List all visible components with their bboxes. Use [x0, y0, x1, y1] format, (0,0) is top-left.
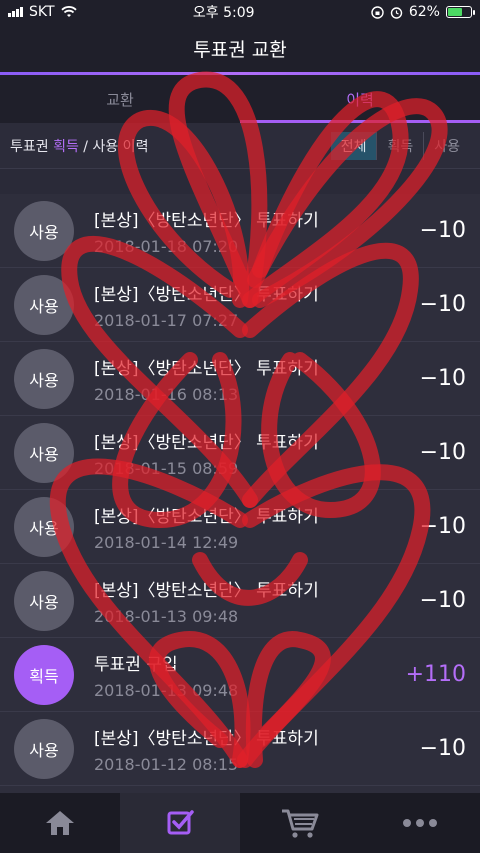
list-item-date: 2018-01-15 08:59: [94, 458, 239, 478]
use-badge: 사용: [14, 200, 74, 261]
list-item[interactable]: 사용 [본상]〈방탄소년단〉 투표하기 2018-01-16 08:13 −10: [0, 342, 480, 416]
status-left: SKT: [8, 4, 77, 20]
gain-badge: 획득: [14, 644, 74, 705]
battery-level: [447, 8, 462, 16]
orientation-lock-icon: [371, 5, 384, 19]
list-item-amount: −10: [419, 514, 466, 539]
filter-title-prefix: 투표권: [10, 138, 54, 155]
history-list[interactable]: 사용 [본상]〈방탄소년단〉 투표하기 2018-01-18 07:20 −10 사용 […: [0, 194, 480, 794]
nav-more[interactable]: [360, 793, 480, 853]
filter-all-button[interactable]: 전체: [330, 131, 377, 160]
bottom-nav: [0, 793, 480, 853]
filter-title: 투표권 획득 / 사용 이력: [10, 136, 148, 156]
list-item-title: [본상]〈방탄소년단〉 투표하기: [94, 210, 319, 231]
filter-title-suffix: / 사용 이력: [78, 138, 149, 155]
list-item-title: [본상]〈방탄소년단〉 투표하기: [94, 728, 319, 749]
list-item-body: [본상]〈방탄소년단〉 투표하기 2018-01-18 07:20: [94, 206, 396, 256]
list-item-title: [본상]〈방탄소년단〉 투표하기: [94, 358, 319, 379]
use-badge: 사용: [14, 570, 74, 631]
list-item-title: [본상]〈방탄소년단〉 투표하기: [94, 284, 319, 305]
filter-use-button[interactable]: 사용: [423, 131, 470, 160]
use-badge: 사용: [14, 348, 74, 409]
list-item-title: [본상]〈방탄소년단〉 투표하기: [94, 432, 319, 453]
tab-history[interactable]: 이력: [240, 75, 480, 123]
list-item-date: 2018-01-13 09:48: [94, 680, 239, 700]
home-icon: [46, 811, 74, 835]
list-item-date: 2018-01-14 12:49: [94, 532, 239, 552]
filter-title-accent: 획득: [53, 138, 79, 155]
page-header: 투표권 교환: [0, 24, 480, 72]
alarm-icon: [390, 6, 403, 19]
battery-icon: [445, 6, 475, 18]
filter-gain-button[interactable]: 획득: [376, 131, 423, 160]
list-item[interactable]: 사용 [본상]〈방탄소년단〉 투표하기 2018-01-15 08:59 −10: [0, 416, 480, 490]
list-item-date: 2018-01-17 07:27: [94, 310, 239, 330]
use-badge: 사용: [14, 274, 74, 335]
list-item[interactable]: 사용 [본상]〈방탄소년단〉 투표하기 2018-01-17 07:27 −10: [0, 268, 480, 342]
status-right: 62%: [371, 4, 475, 20]
list-item-title: [본상]〈방탄소년단〉 투표하기: [94, 580, 319, 601]
list-item-body: [본상]〈방탄소년단〉 투표하기 2018-01-13 09:48: [94, 576, 396, 626]
filter-row: 투표권 획득 / 사용 이력 전체 획득 사용: [0, 123, 480, 169]
list-item-amount: +110: [405, 662, 466, 687]
signal-icon: [8, 7, 23, 17]
list-item[interactable]: 사용 [본상]〈방탄소년단〉 투표하기 2018-01-12 08:15 −10: [0, 712, 480, 786]
nav-shop[interactable]: [240, 793, 360, 853]
tab-exchange[interactable]: 교환: [0, 75, 240, 123]
list-item[interactable]: 사용 [본상]〈방탄소년단〉 투표하기 2018-01-18 07:20 −10: [0, 194, 480, 268]
list-item-body: [본상]〈방탄소년단〉 투표하기 2018-01-12 08:15: [94, 724, 396, 774]
wifi-icon: [60, 6, 77, 17]
nav-vote[interactable]: [120, 793, 240, 853]
list-item-amount: −10: [419, 440, 466, 465]
status-bar: SKT 오후 5:09 62%: [0, 0, 480, 24]
list-item-amount: −10: [419, 736, 466, 761]
tab-bar: 교환 이력: [0, 75, 480, 123]
list-item[interactable]: 사용 [본상]〈방탄소년단〉 투표하기 2018-01-13 09:48 −10: [0, 564, 480, 638]
list-item-body: [본상]〈방탄소년단〉 투표하기 2018-01-17 07:27: [94, 280, 396, 330]
battery-percent: 62%: [408, 4, 440, 20]
list-item-date: 2018-01-13 09:48: [94, 606, 239, 626]
list-item[interactable]: 사용 [본상]〈방탄소년단〉 투표하기 2018-01-14 12:49 −10: [0, 490, 480, 564]
list-item-amount: −10: [419, 292, 466, 317]
carrier-label: SKT: [29, 4, 55, 20]
status-time: 오후 5:09: [192, 5, 255, 21]
list-item-amount: −10: [419, 588, 466, 613]
list-item-date: 2018-01-12 08:15: [94, 754, 239, 774]
list-item-body: [본상]〈방탄소년단〉 투표하기 2018-01-15 08:59: [94, 428, 396, 478]
list-item-amount: −10: [419, 218, 466, 243]
use-badge: 사용: [14, 718, 74, 779]
nav-home[interactable]: [0, 793, 120, 853]
vote-check-icon: [167, 810, 194, 835]
list-item[interactable]: 획득 투표권 구입 2018-01-13 09:48 +110: [0, 638, 480, 712]
page-title: 투표권 교환: [193, 38, 287, 61]
list-item-date: 2018-01-16 08:13: [94, 384, 239, 404]
filter-buttons: 전체 획득 사용: [330, 131, 470, 160]
list-item-body: 투표권 구입 2018-01-13 09:48: [94, 650, 396, 700]
list-item-body: [본상]〈방탄소년단〉 투표하기 2018-01-14 12:49: [94, 502, 396, 552]
use-badge: 사용: [14, 496, 74, 557]
more-icon: [403, 819, 437, 827]
list-item-title: 투표권 구입: [94, 654, 178, 675]
list-item-body: [본상]〈방탄소년단〉 투표하기 2018-01-16 08:13: [94, 354, 396, 404]
cart-icon: [282, 809, 319, 838]
list-item-amount: −10: [419, 366, 466, 391]
use-badge: 사용: [14, 422, 74, 483]
list-item-date: 2018-01-18 07:20: [94, 236, 239, 256]
list-item-title: [본상]〈방탄소년단〉 투표하기: [94, 506, 319, 527]
